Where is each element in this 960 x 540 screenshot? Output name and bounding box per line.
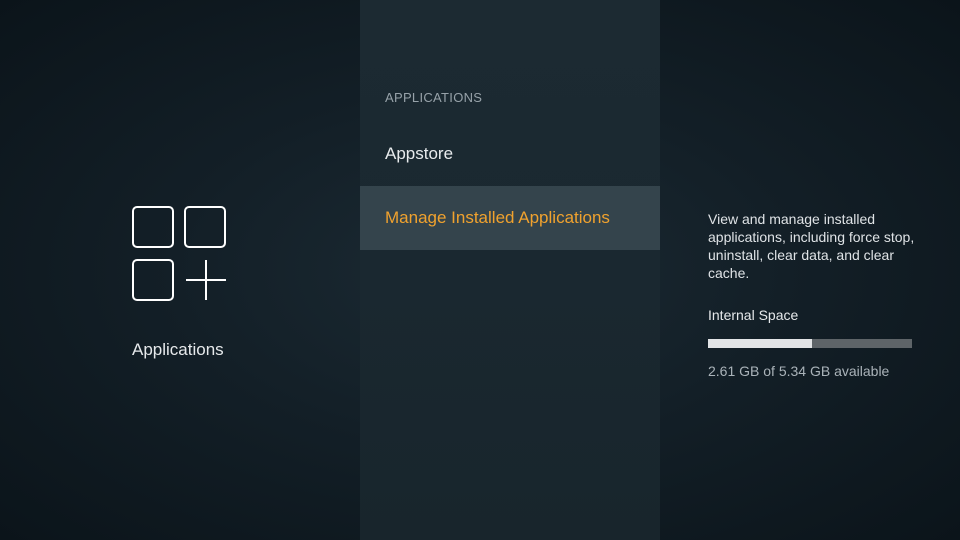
applications-grid-plus-icon (131, 205, 229, 303)
menu-item-label: Appstore (385, 144, 454, 163)
category-panel: Applications (0, 0, 360, 540)
storage-progress-bar (708, 339, 912, 348)
menu-header: APPLICATIONS (385, 90, 483, 105)
storage-progress-fill (708, 339, 813, 348)
category-title: Applications (132, 340, 224, 359)
menu-item-label: Manage Installed Applications (385, 208, 610, 227)
item-description: View and manage installed applications, … (708, 211, 915, 281)
details-panel: View and manage installed applications, … (660, 0, 960, 540)
menu-item-appstore[interactable]: Appstore (360, 122, 660, 186)
settings-screen: Applications APPLICATIONS Appstore Manag… (0, 0, 960, 540)
internal-space-title: Internal Space (708, 307, 799, 323)
menu-panel: APPLICATIONS Appstore Manage Installed A… (360, 0, 660, 540)
menu-item-manage-installed-applications[interactable]: Manage Installed Applications (360, 186, 660, 250)
storage-available-text: 2.61 GB of 5.34 GB available (708, 363, 890, 379)
